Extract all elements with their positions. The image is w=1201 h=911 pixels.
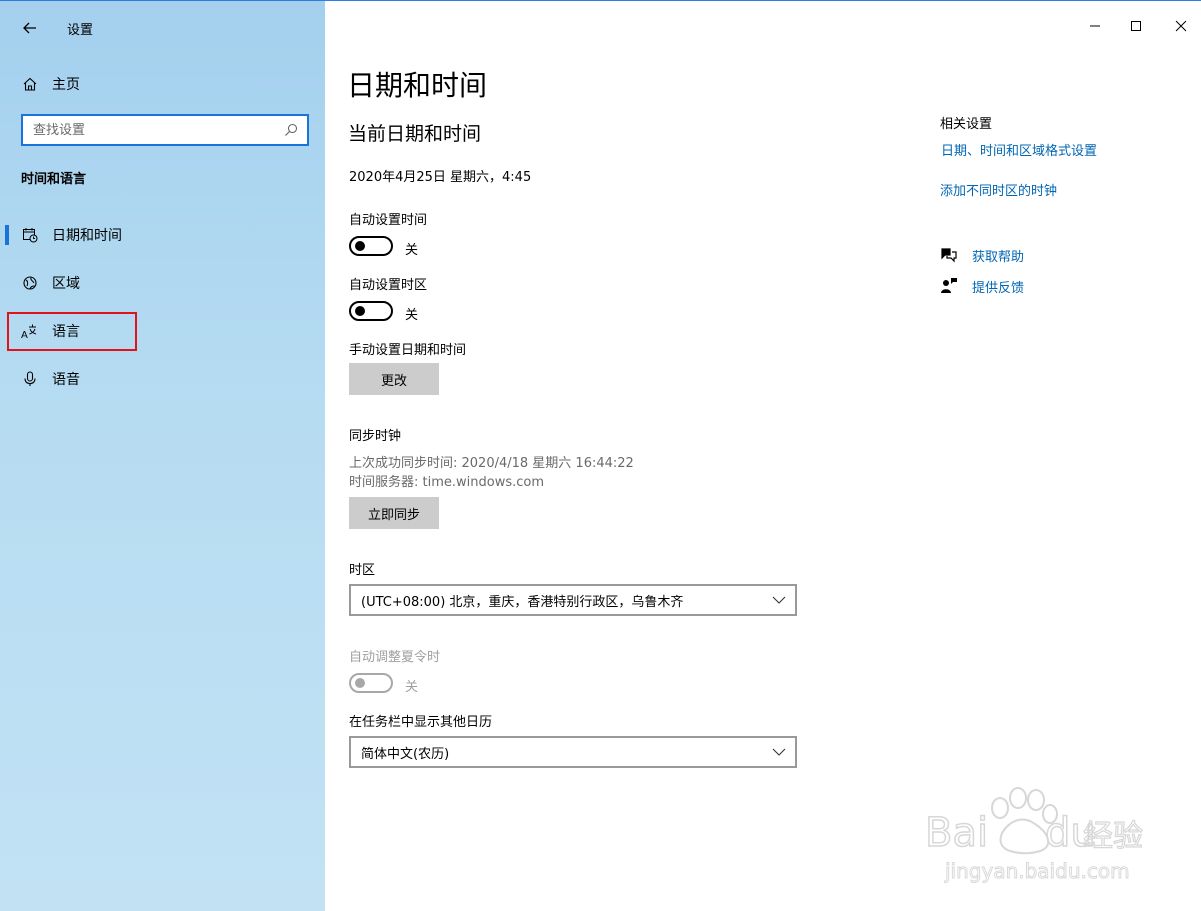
close-icon [1175,20,1187,32]
dst-label: 自动调整夏令时 [349,650,441,665]
manual-datetime-label: 手动设置日期和时间 [349,343,467,358]
sidebar-item-datetime[interactable]: 日期和时间 [0,216,325,254]
dst-state: 关 [405,680,419,695]
get-help-row[interactable]: 获取帮助 [939,245,1024,265]
current-datetime-heading: 当前日期和时间 [348,123,482,145]
feedback-link[interactable]: 提供反馈 [972,277,1024,296]
calendar-select[interactable]: 简体中文(农历) [349,736,797,768]
page-title: 日期和时间 [347,69,488,102]
highlight-annotation [7,312,137,351]
minimize-icon [1090,25,1100,27]
auto-timezone-state: 关 [405,308,419,323]
sidebar-item-label: 语音 [52,372,80,388]
change-button[interactable]: 更改 [349,363,439,395]
search-box[interactable] [21,114,309,146]
get-help-link[interactable]: 获取帮助 [972,246,1024,265]
svg-text:jingyan.baidu.com: jingyan.baidu.com [944,859,1130,883]
time-server-text: 时间服务器: time.windows.com [349,475,545,490]
search-icon[interactable] [279,118,303,142]
calendar-clock-icon [20,225,40,245]
chevron-down-icon [772,596,786,604]
related-settings-title: 相关设置 [940,117,993,132]
section-heading: 时间和语言 [21,172,87,187]
chat-help-icon [939,245,959,265]
chevron-down-icon [772,748,786,756]
dst-toggle [349,673,393,693]
auto-time-label: 自动设置时间 [349,213,428,228]
sidebar-item-region[interactable]: 区域 [0,264,325,302]
auto-time-state: 关 [405,243,419,258]
back-button[interactable] [14,15,46,41]
sync-now-button[interactable]: 立即同步 [349,497,439,529]
maximize-icon [1131,21,1141,31]
sync-title: 同步时钟 [349,429,402,444]
settings-window: 设置 主页 时间和语言 [0,0,1201,911]
baidu-watermark: Bai du 经验 jingyan.baidu.com [924,787,1144,884]
last-sync-text: 上次成功同步时间: 2020/4/18 星期六 16:44:22 [349,456,634,471]
toggle-knob [355,306,365,316]
timezone-label: 时区 [349,563,376,578]
home-icon [20,74,40,94]
minimize-button[interactable] [1073,7,1117,45]
feedback-person-icon [939,276,959,296]
toggle-knob [355,678,365,688]
auto-timezone-label: 自动设置时区 [349,278,428,293]
main-content: 日期和时间 当前日期和时间 2020年4月25日 星期六，4:45 自动设置时间… [325,1,1201,911]
globe-icon [20,273,40,293]
toggle-knob [355,241,365,251]
maximize-button[interactable] [1114,7,1158,45]
current-datetime: 2020年4月25日 星期六，4:45 [349,170,532,185]
auto-time-toggle[interactable] [349,236,393,256]
sidebar-item-label: 日期和时间 [52,228,122,244]
svg-text:Bai: Bai [925,810,988,856]
calendar-value: 简体中文(农历) [361,746,450,762]
search-input[interactable] [33,122,279,138]
sidebar-item-label: 区域 [52,276,80,292]
arrow-left-icon [23,22,36,34]
region-format-link[interactable]: 日期、时间和区域格式设置 [941,140,1097,159]
close-button[interactable] [1159,7,1201,45]
nav-home-label: 主页 [52,77,80,93]
svg-text:经验: 经验 [1083,819,1143,854]
timezone-select[interactable]: (UTC+08:00) 北京，重庆，香港特别行政区，乌鲁木齐 [349,584,797,616]
add-clocks-link[interactable]: 添加不同时区的时钟 [940,180,1057,199]
nav-home[interactable]: 主页 [0,67,325,101]
sidebar: 设置 主页 时间和语言 [0,1,325,911]
calendar-label: 在任务栏中显示其他日历 [349,715,493,730]
timezone-value: (UTC+08:00) 北京，重庆，香港特别行政区，乌鲁木齐 [361,594,684,610]
app-title: 设置 [67,23,94,38]
auto-timezone-toggle[interactable] [349,301,393,321]
feedback-row[interactable]: 提供反馈 [939,276,1024,296]
sidebar-item-speech[interactable]: 语音 [0,360,325,398]
microphone-icon [20,369,40,389]
